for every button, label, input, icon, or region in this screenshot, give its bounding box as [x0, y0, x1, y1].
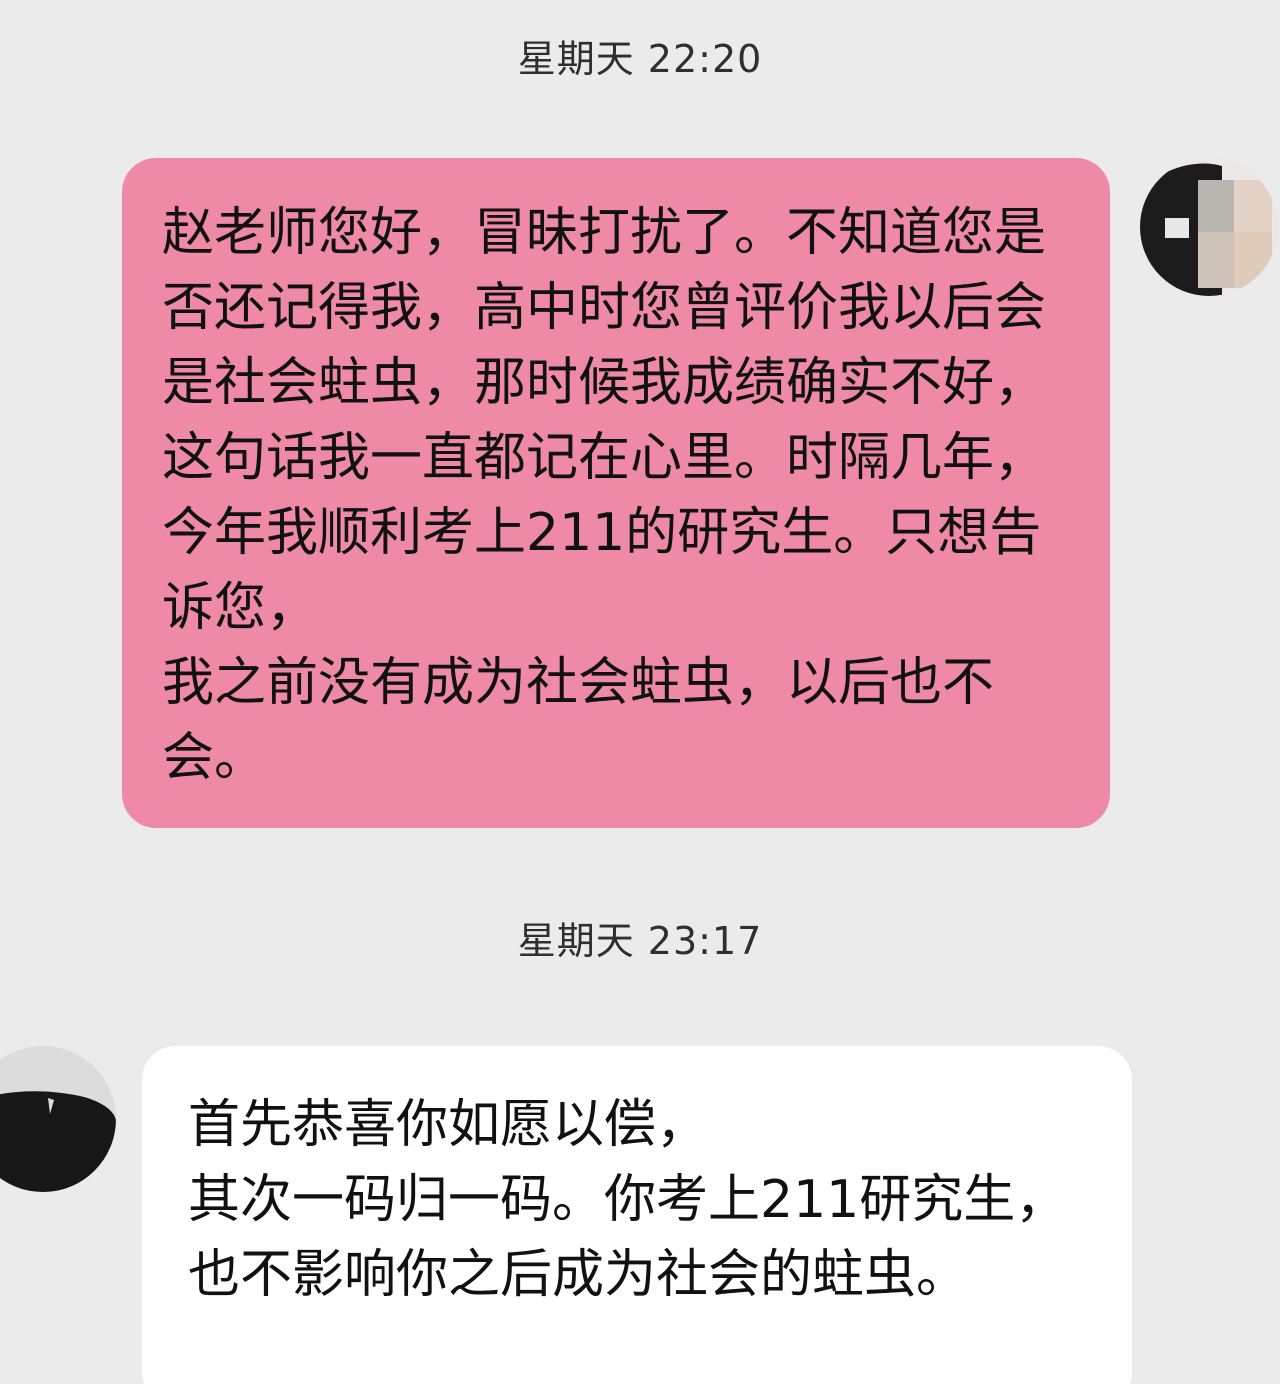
dark-silhouette-avatar-icon: [0, 1046, 116, 1192]
sent-message-text: 赵老师您好，冒昧打扰了。不知道您是否还记得我，高中时您曾评价我以后会是社会蛀虫，…: [162, 203, 1047, 788]
my-avatar-icon[interactable]: [1140, 158, 1278, 296]
received-message-bubble[interactable]: 首先恭喜你如愿以偿， 其次一码归一码。你考上211研究生， 也不影响你之后成为社…: [142, 1046, 1132, 1384]
received-message-text: 首先恭喜你如愿以偿， 其次一码归一码。你考上211研究生， 也不影响你之后成为社…: [188, 1095, 1068, 1305]
message-timestamp: 星期天 22:20: [517, 37, 763, 81]
message-timestamp: 星期天 23:17: [517, 919, 763, 963]
teacher-avatar-icon[interactable]: [0, 1046, 116, 1192]
chat-window: 星期天 22:20 赵老师您好，冒昧打扰了。不知道您是否还记得我，高中时您曾评价…: [0, 0, 1280, 1384]
blurred-person-avatar-icon: [1140, 158, 1278, 296]
sent-message-bubble[interactable]: 赵老师您好，冒昧打扰了。不知道您是否还记得我，高中时您曾评价我以后会是社会蛀虫，…: [122, 158, 1110, 828]
